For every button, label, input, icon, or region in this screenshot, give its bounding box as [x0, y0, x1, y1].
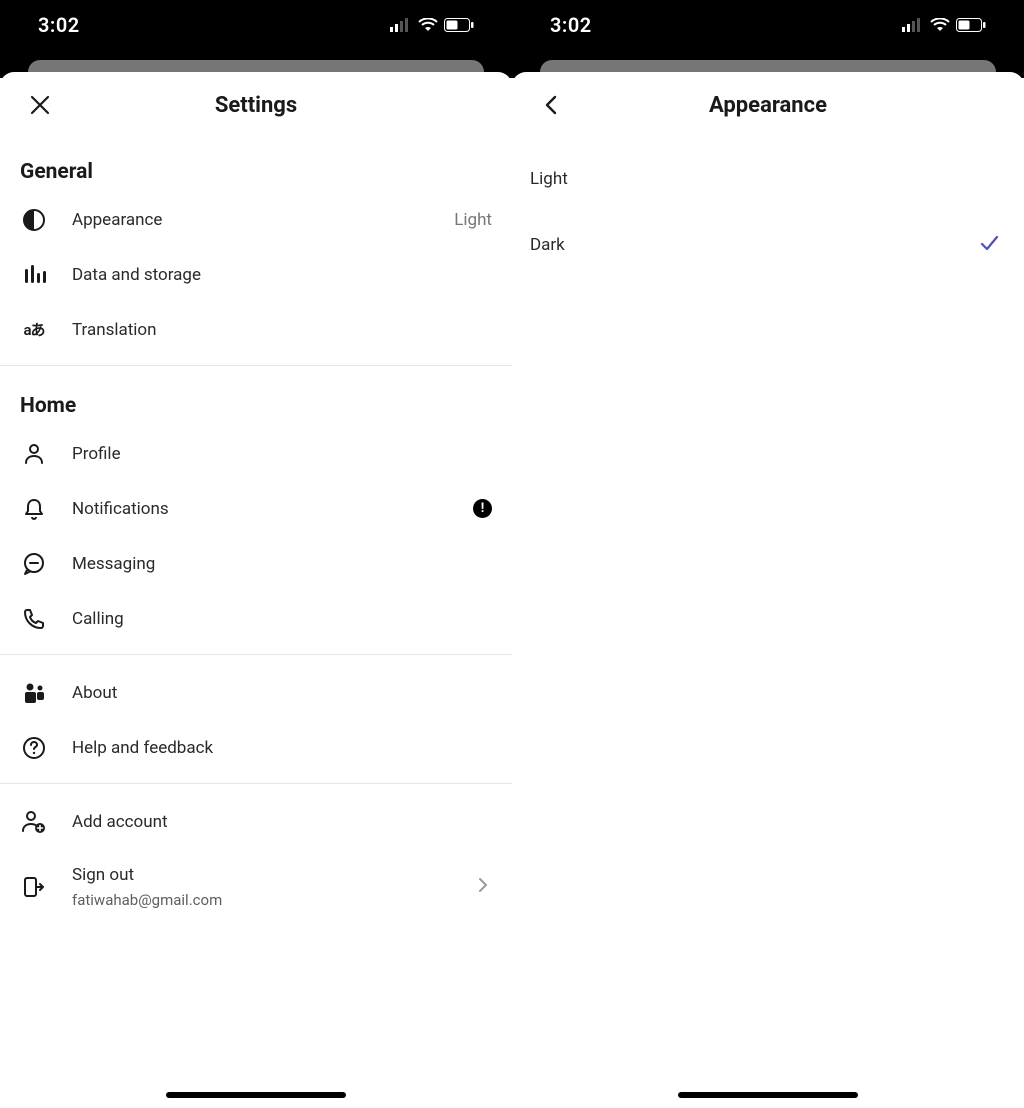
settings-sheet: Settings General Appearance Light Data a… [0, 72, 512, 1108]
section-title-general: General [0, 132, 512, 192]
row-label: Sign out [72, 865, 474, 885]
row-label: Appearance [72, 210, 454, 230]
wifi-icon [930, 18, 950, 32]
cellular-icon [902, 18, 924, 32]
row-label: Profile [72, 444, 492, 464]
row-appearance[interactable]: Appearance Light [0, 192, 512, 247]
option-dark[interactable]: Dark [512, 212, 1024, 278]
row-label: Messaging [72, 554, 492, 574]
sign-out-icon [20, 875, 48, 899]
nav-header: Settings [0, 72, 512, 132]
status-icons [902, 18, 986, 32]
nav-header: Appearance [512, 72, 1024, 132]
row-data-storage[interactable]: Data and storage [0, 247, 512, 302]
page-title: Appearance [512, 93, 1024, 118]
row-label: Calling [72, 609, 492, 629]
home-indicator[interactable] [166, 1092, 346, 1098]
chevron-right-icon [474, 876, 492, 898]
phone-icon [20, 607, 48, 631]
status-time: 3:02 [550, 13, 902, 37]
status-icons [390, 18, 474, 32]
section-title-home: Home [0, 366, 512, 426]
screen-settings: 3:02 Settings General [0, 0, 512, 1108]
row-label: About [72, 683, 492, 703]
teams-icon [20, 681, 48, 705]
row-profile[interactable]: Profile [0, 426, 512, 481]
status-bar: 3:02 [512, 0, 1024, 50]
row-label: Add account [72, 812, 492, 832]
sign-out-email: fatiwahab@gmail.com [72, 891, 474, 909]
row-label: Notifications [72, 499, 473, 519]
option-label: Light [530, 169, 1000, 189]
appearance-sheet: Appearance Light Dark [512, 72, 1024, 1108]
close-button[interactable] [20, 85, 60, 125]
translation-icon: aあ [20, 319, 48, 340]
bell-icon [20, 497, 48, 521]
row-value: Light [454, 210, 492, 230]
bars-icon [20, 263, 48, 287]
page-title: Settings [0, 93, 512, 118]
option-label: Dark [530, 235, 978, 255]
close-icon [28, 93, 52, 117]
option-light[interactable]: Light [512, 146, 1024, 212]
home-indicator[interactable] [678, 1092, 858, 1098]
row-calling[interactable]: Calling [0, 591, 512, 646]
row-messaging[interactable]: Messaging [0, 536, 512, 591]
row-label: Data and storage [72, 265, 492, 285]
screen-appearance: 3:02 Appearance Light Da [512, 0, 1024, 1108]
add-person-icon [20, 810, 48, 834]
row-translation[interactable]: aあ Translation [0, 302, 512, 357]
row-about[interactable]: About [0, 665, 512, 720]
row-help[interactable]: Help and feedback [0, 720, 512, 775]
question-icon [20, 736, 48, 760]
chevron-left-icon [540, 93, 564, 117]
cellular-icon [390, 18, 412, 32]
wifi-icon [418, 18, 438, 32]
row-notifications[interactable]: Notifications ! [0, 481, 512, 536]
row-add-account[interactable]: Add account [0, 794, 512, 849]
row-label: Help and feedback [72, 738, 492, 758]
row-sign-out[interactable]: Sign out fatiwahab@gmail.com [0, 849, 512, 925]
alert-badge: ! [473, 499, 492, 518]
status-time: 3:02 [38, 13, 390, 37]
battery-icon [956, 18, 986, 32]
chat-icon [20, 552, 48, 576]
battery-icon [444, 18, 474, 32]
person-icon [20, 442, 48, 466]
status-bar: 3:02 [0, 0, 512, 50]
back-button[interactable] [532, 85, 572, 125]
row-label: Translation [72, 320, 492, 340]
check-icon [978, 232, 1000, 258]
half-circle-icon [20, 208, 48, 232]
